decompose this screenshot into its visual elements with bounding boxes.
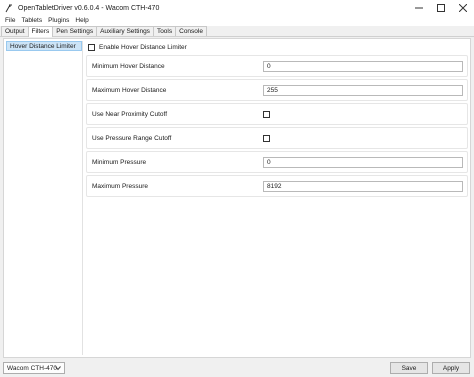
- tab-auxiliary-settings[interactable]: Auxiliary Settings: [96, 26, 154, 36]
- setting-label: Use Near Proximity Cutoff: [92, 110, 168, 118]
- tablet-select-value: Wacom CTH-470: [7, 364, 57, 372]
- tab-tools[interactable]: Tools: [152, 26, 177, 36]
- setting-row-near-proximity-cutoff: Use Near Proximity Cutoff: [86, 103, 468, 125]
- setting-row-minimum-hover-distance: Minimum Hover Distance: [86, 55, 468, 77]
- enable-filter-checkbox[interactable]: [88, 43, 95, 51]
- setting-label: Minimum Hover Distance: [92, 62, 165, 70]
- menu-tablets[interactable]: Tablets: [18, 16, 45, 26]
- app-logo-icon: [4, 3, 14, 13]
- filter-list: Hover Distance Limiter: [6, 41, 83, 355]
- minimum-pressure-input[interactable]: [263, 157, 463, 168]
- maximum-pressure-input[interactable]: [263, 181, 463, 192]
- near-proximity-cutoff-checkbox[interactable]: [263, 111, 270, 118]
- enable-filter-label: Enable Hover Distance Limiter: [99, 43, 187, 51]
- maximum-hover-distance-input[interactable]: [263, 85, 463, 96]
- enable-filter-row: Enable Hover Distance Limiter: [86, 41, 468, 53]
- tab-bar: Output Filters Pen Settings Auxiliary Se…: [0, 26, 474, 37]
- tab-output[interactable]: Output: [1, 26, 29, 36]
- save-button[interactable]: Save: [390, 362, 428, 374]
- sidebar-item-hover-distance-limiter[interactable]: Hover Distance Limiter: [6, 41, 82, 51]
- tab-filters[interactable]: Filters: [27, 26, 54, 37]
- window-title: OpenTabletDriver v0.6.0.4 - Wacom CTH-47…: [18, 4, 160, 12]
- pressure-range-cutoff-checkbox[interactable]: [263, 135, 270, 142]
- setting-label: Minimum Pressure: [92, 158, 147, 166]
- setting-label: Maximum Hover Distance: [92, 86, 167, 94]
- menu-bar: File Tablets Plugins Help: [0, 16, 474, 26]
- tab-pen-settings[interactable]: Pen Settings: [52, 26, 98, 36]
- menu-help[interactable]: Help: [72, 16, 91, 26]
- setting-row-pressure-range-cutoff: Use Pressure Range Cutoff: [86, 127, 468, 149]
- setting-label: Maximum Pressure: [92, 182, 148, 190]
- setting-row-minimum-pressure: Minimum Pressure: [86, 151, 468, 173]
- minimize-icon[interactable]: [408, 0, 430, 16]
- filters-panel: Hover Distance Limiter Enable Hover Dist…: [3, 38, 471, 358]
- bottom-bar: Wacom CTH-470 Save Apply: [0, 360, 474, 377]
- setting-label: Use Pressure Range Cutoff: [92, 134, 172, 142]
- minimum-hover-distance-input[interactable]: [263, 61, 463, 72]
- apply-button[interactable]: Apply: [432, 362, 470, 374]
- filter-settings: Enable Hover Distance Limiter Minimum Ho…: [86, 41, 468, 197]
- menu-plugins[interactable]: Plugins: [45, 16, 72, 26]
- tablet-select[interactable]: Wacom CTH-470: [3, 362, 65, 374]
- tab-console[interactable]: Console: [175, 26, 207, 36]
- menu-file[interactable]: File: [2, 16, 18, 26]
- close-icon[interactable]: [452, 0, 474, 16]
- setting-row-maximum-pressure: Maximum Pressure: [86, 175, 468, 197]
- title-bar: OpenTabletDriver v0.6.0.4 - Wacom CTH-47…: [0, 0, 474, 16]
- setting-row-maximum-hover-distance: Maximum Hover Distance: [86, 79, 468, 101]
- maximize-icon[interactable]: [430, 0, 452, 16]
- chevron-down-icon: [55, 365, 61, 373]
